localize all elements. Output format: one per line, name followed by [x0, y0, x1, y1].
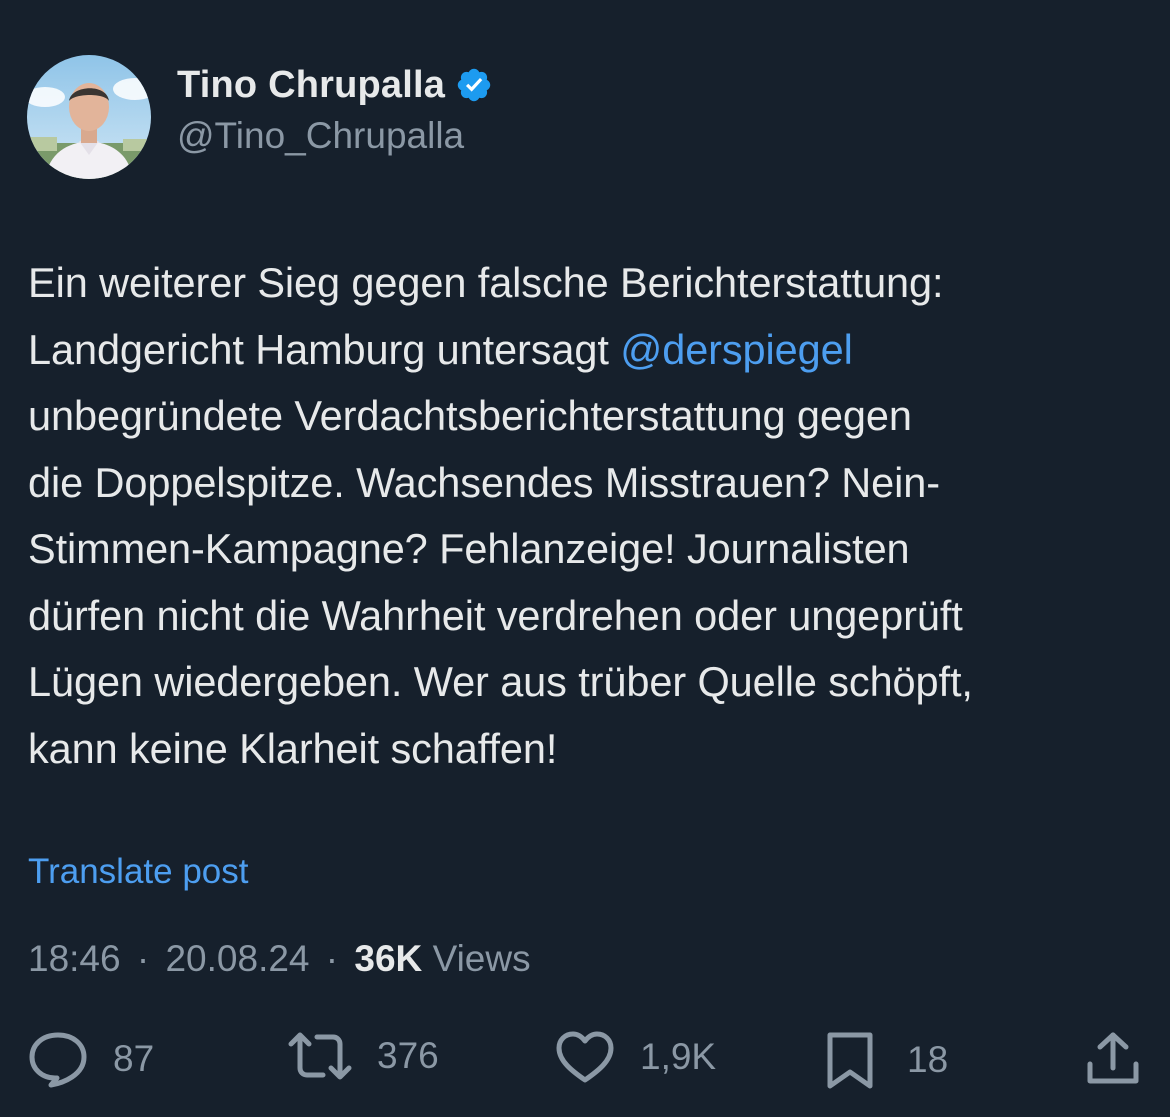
share-button[interactable] [1085, 1030, 1141, 1086]
views-count[interactable]: 36K [354, 938, 422, 979]
post-detail: Tino Chrupalla @Tino_Chrupalla Ein weite… [0, 0, 1170, 1117]
post-text-line: die Doppelspitze. Wachsendes Misstrauen?… [28, 450, 1153, 517]
repost-icon [287, 1030, 353, 1082]
repost-count: 376 [377, 1035, 439, 1076]
author-handle[interactable]: @Tino_Chrupalla [177, 115, 493, 157]
post-text-line: unbegründete Verdachtsberichterstattung … [28, 383, 1153, 450]
post-text-line: Lügen wiedergeben. Wer aus trüber Quelle… [28, 649, 1153, 716]
share-icon [1085, 1030, 1141, 1086]
post-text-line: kann keine Klarheit schaffen! [28, 716, 1153, 783]
reply-icon [27, 1030, 89, 1088]
like-count: 1,9K [640, 1036, 717, 1077]
like-icon [554, 1030, 616, 1084]
post-text-segment: die Doppelspitze. Wachsendes Misstrauen?… [28, 458, 940, 506]
post-header: Tino Chrupalla @Tino_Chrupalla [27, 55, 493, 179]
post-text-segment: unbegründete Verdachtsberichterstattung … [28, 392, 912, 439]
post-date[interactable]: 20.08.24 [165, 938, 309, 979]
post-text-segment: Ein weiterer Sieg gegen falsche Berichte… [28, 259, 944, 306]
meta-separator: · [136, 938, 150, 979]
post-text-segment: kann keine Klarheit schaffen! [28, 724, 558, 772]
post-text-segment: Stimmen-Kampagne? Fehlanzeige! Journalis… [28, 525, 910, 572]
bookmark-count: 18 [907, 1039, 949, 1080]
repost-button[interactable]: 376 [287, 1030, 439, 1082]
avatar-image [27, 55, 151, 179]
bookmark-icon [825, 1030, 875, 1090]
post-meta: 18:46 · 20.08.24 · 36K Views [28, 938, 531, 980]
bookmark-button[interactable]: 18 [825, 1030, 948, 1090]
post-text-segment: dürfen nicht die Wahrheit verdrehen oder… [28, 591, 963, 639]
verified-badge-icon[interactable] [455, 66, 493, 104]
views-label[interactable]: Views [433, 938, 531, 979]
reply-count: 87 [113, 1038, 155, 1079]
post-text-line: dürfen nicht die Wahrheit verdrehen oder… [28, 583, 1153, 650]
mention-link[interactable]: @derspiegel [620, 326, 853, 373]
post-time[interactable]: 18:46 [28, 938, 121, 979]
like-button[interactable]: 1,9K [554, 1030, 716, 1084]
post-text-line: Landgericht Hamburg untersagt @derspiege… [28, 317, 1153, 384]
post-text-line: Ein weiterer Sieg gegen falsche Berichte… [28, 250, 1153, 317]
author-names: Tino Chrupalla @Tino_Chrupalla [177, 64, 493, 157]
post-text-segment: Landgericht Hamburg untersagt [28, 325, 621, 373]
reply-button[interactable]: 87 [27, 1030, 154, 1088]
post-text-line: Stimmen-Kampagne? Fehlanzeige! Journalis… [28, 516, 1153, 583]
meta-separator: · [325, 938, 339, 979]
display-name[interactable]: Tino Chrupalla [177, 64, 445, 107]
action-bar: 87 376 1,9K 18 [0, 1030, 1170, 1090]
translate-post-link[interactable]: Translate post [28, 852, 248, 892]
post-text-segment: Lügen wiedergeben. Wer aus trüber Quelle… [28, 658, 973, 705]
avatar[interactable] [27, 55, 151, 179]
display-name-row: Tino Chrupalla [177, 64, 493, 107]
post-text: Ein weiterer Sieg gegen falsche Berichte… [28, 250, 1153, 782]
